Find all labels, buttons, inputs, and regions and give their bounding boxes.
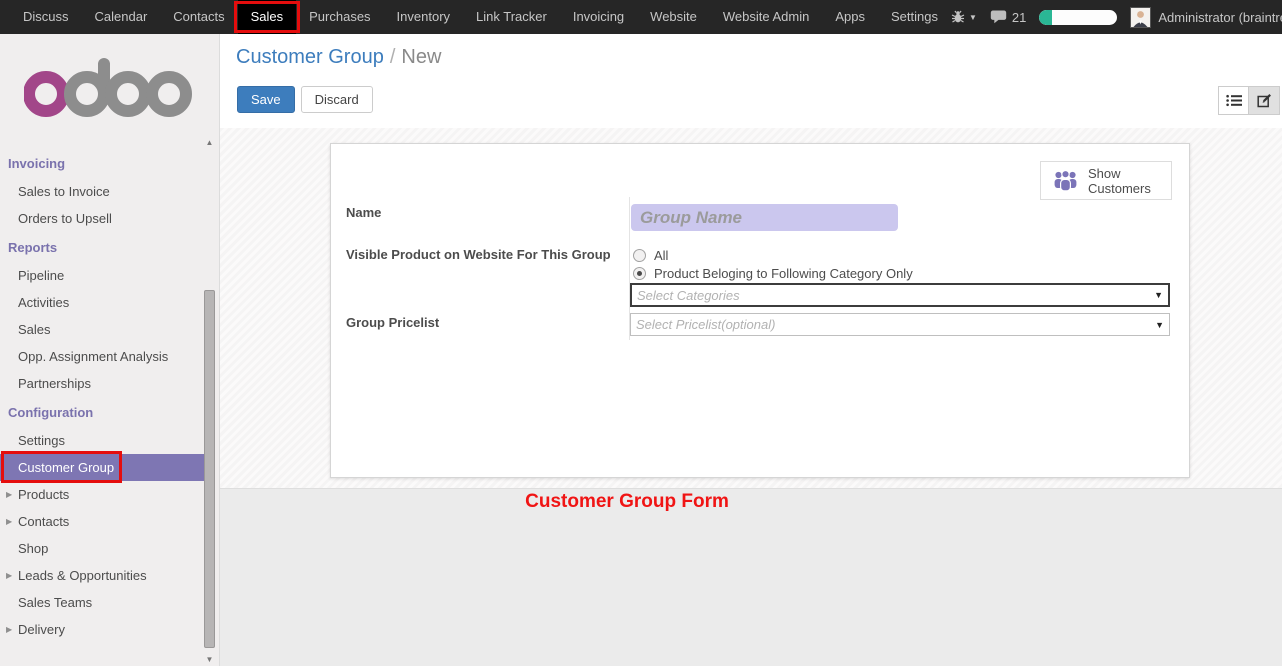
show-customers-label: Show Customers xyxy=(1088,166,1154,196)
save-button[interactable]: Save xyxy=(237,86,295,113)
odoo-logo xyxy=(24,54,219,144)
radio-option-category[interactable]: Product Beloging to Following Category O… xyxy=(633,266,913,281)
radio-all-label: All xyxy=(654,248,668,263)
user-menu[interactable]: Administrator (braintree) ▼ xyxy=(1130,7,1282,28)
nav-item-invoicing[interactable]: Invoicing xyxy=(560,0,637,34)
caret-down-icon: ▼ xyxy=(969,13,977,22)
categories-placeholder: Select Categories xyxy=(632,288,1154,303)
sidebar-item-opp-assignment-analysis[interactable]: Opp. Assignment Analysis xyxy=(0,343,204,370)
sidebar-item-pipeline[interactable]: Pipeline xyxy=(0,262,204,289)
sidebar-item-contacts-label: Contacts xyxy=(18,514,69,529)
sidebar-header-invoicing: Invoicing xyxy=(0,148,219,178)
expand-caret-icon: ▶ xyxy=(6,490,12,499)
control-panel: Customer Group/New Save Discard xyxy=(220,34,1282,128)
nav-item-settings[interactable]: Settings xyxy=(878,0,951,34)
dropdown-caret-icon: ▼ xyxy=(1154,290,1168,300)
sidebar-header-reports: Reports xyxy=(0,232,219,262)
sidebar-item-shop[interactable]: Shop xyxy=(0,535,204,562)
breadcrumb-separator: / xyxy=(384,46,402,68)
sidebar-scrollbar[interactable]: ▲ ▼ xyxy=(203,138,216,666)
nav-item-sales-label: Sales xyxy=(251,9,284,24)
pricelist-placeholder: Select Pricelist(optional) xyxy=(631,317,1155,332)
sidebar-item-customer-group[interactable]: Customer Group xyxy=(0,454,204,481)
group-name-input[interactable] xyxy=(631,204,898,231)
sidebar-item-products[interactable]: ▶ Products xyxy=(0,481,204,508)
show-customers-button[interactable]: Show Customers xyxy=(1040,161,1172,200)
discard-button[interactable]: Discard xyxy=(301,86,373,113)
user-name: Administrator (braintree) xyxy=(1158,10,1282,25)
avatar xyxy=(1130,7,1151,28)
breadcrumb-new: New xyxy=(401,46,441,68)
bug-icon xyxy=(951,10,965,24)
radio-dot xyxy=(637,271,642,276)
navbar-right-tools: ▼ 21 Administrator (braintree) ▼ xyxy=(951,7,1282,28)
sidebar-item-sales-to-invoice[interactable]: Sales to Invoice xyxy=(0,178,204,205)
categories-select[interactable]: Select Categories ▼ xyxy=(630,283,1170,307)
nav-item-website[interactable]: Website xyxy=(637,0,710,34)
messages-menu[interactable]: 21 xyxy=(990,10,1026,25)
scroll-down-icon[interactable]: ▼ xyxy=(203,655,216,664)
list-view-icon xyxy=(1226,94,1242,107)
nav-item-purchases[interactable]: Purchases xyxy=(296,0,383,34)
form-view-background: Show Customers Name Visible Product on W… xyxy=(220,128,1282,488)
sidebar-item-customer-group-label: Customer Group xyxy=(18,460,114,475)
sidebar-item-delivery-label: Delivery xyxy=(18,622,65,637)
radio-button-unselected[interactable] xyxy=(633,249,646,262)
nav-item-contacts[interactable]: Contacts xyxy=(160,0,237,34)
nav-item-discuss[interactable]: Discuss xyxy=(10,0,82,34)
sidebar-item-activities[interactable]: Activities xyxy=(0,289,204,316)
dropdown-caret-icon: ▼ xyxy=(1155,320,1169,330)
customers-group-icon xyxy=(1052,169,1079,192)
scroll-up-icon[interactable]: ▲ xyxy=(203,138,216,147)
breadcrumb: Customer Group/New xyxy=(236,46,441,69)
scrollbar-thumb[interactable] xyxy=(204,290,215,648)
name-field-label: Name xyxy=(346,205,381,220)
nav-item-link-tracker[interactable]: Link Tracker xyxy=(463,0,560,34)
sidebar-item-sales-teams[interactable]: Sales Teams xyxy=(0,589,204,616)
sidebar-item-settings[interactable]: Settings xyxy=(0,427,204,454)
view-switcher xyxy=(1218,86,1280,115)
sidebar-header-configuration: Configuration xyxy=(0,397,219,427)
form-sheet: Show Customers Name Visible Product on W… xyxy=(330,143,1190,478)
bottom-area: Customer Group Form xyxy=(220,488,1282,666)
list-view-button[interactable] xyxy=(1218,86,1249,115)
sidebar-item-partnerships[interactable]: Partnerships xyxy=(0,370,204,397)
message-count-badge: 21 xyxy=(1012,10,1026,25)
sidebar-item-sales[interactable]: Sales xyxy=(0,316,204,343)
main-content: Customer Group/New Save Discard xyxy=(220,34,1282,666)
expand-caret-icon: ▶ xyxy=(6,571,12,580)
nav-item-inventory[interactable]: Inventory xyxy=(384,0,463,34)
sidebar-item-products-label: Products xyxy=(18,487,69,502)
form-buttons: Save Discard xyxy=(237,86,373,113)
nav-item-website-admin[interactable]: Website Admin xyxy=(710,0,822,34)
expand-caret-icon: ▶ xyxy=(6,517,12,526)
nav-item-calendar[interactable]: Calendar xyxy=(82,0,161,34)
sidebar-item-contacts[interactable]: ▶ Contacts xyxy=(0,508,204,535)
sidebar-item-leads-opportunities-label: Leads & Opportunities xyxy=(18,568,147,583)
sidebar-menu: Invoicing Sales to Invoice Orders to Ups… xyxy=(0,148,219,643)
radio-category-label: Product Beloging to Following Category O… xyxy=(654,266,913,281)
nav-item-sales[interactable]: Sales xyxy=(238,0,297,34)
breadcrumb-customer-group[interactable]: Customer Group xyxy=(236,46,384,68)
screenshot-caption: Customer Group Form xyxy=(507,491,747,513)
chat-icon xyxy=(990,10,1008,24)
progress-fill xyxy=(1039,10,1052,25)
form-view-button[interactable] xyxy=(1249,86,1280,115)
sidebar-item-orders-to-upsell[interactable]: Orders to Upsell xyxy=(0,205,204,232)
radio-option-all[interactable]: All xyxy=(633,248,668,263)
debug-menu[interactable]: ▼ xyxy=(951,10,977,24)
expand-caret-icon: ▶ xyxy=(6,625,12,634)
top-navbar: Discuss Calendar Contacts Sales Purchase… xyxy=(0,0,1282,34)
sidebar-item-delivery[interactable]: ▶ Delivery xyxy=(0,616,204,643)
sidebar: Invoicing Sales to Invoice Orders to Ups… xyxy=(0,34,220,666)
pricelist-select[interactable]: Select Pricelist(optional) ▼ xyxy=(630,313,1170,336)
planner-progressbar[interactable] xyxy=(1039,10,1117,25)
form-view-icon xyxy=(1257,93,1272,108)
radio-button-selected[interactable] xyxy=(633,267,646,280)
nav-item-apps[interactable]: Apps xyxy=(822,0,878,34)
sidebar-item-leads-opportunities[interactable]: ▶ Leads & Opportunities xyxy=(0,562,204,589)
visible-product-field-label: Visible Product on Website For This Grou… xyxy=(346,247,611,262)
pricelist-field-label: Group Pricelist xyxy=(346,315,439,330)
